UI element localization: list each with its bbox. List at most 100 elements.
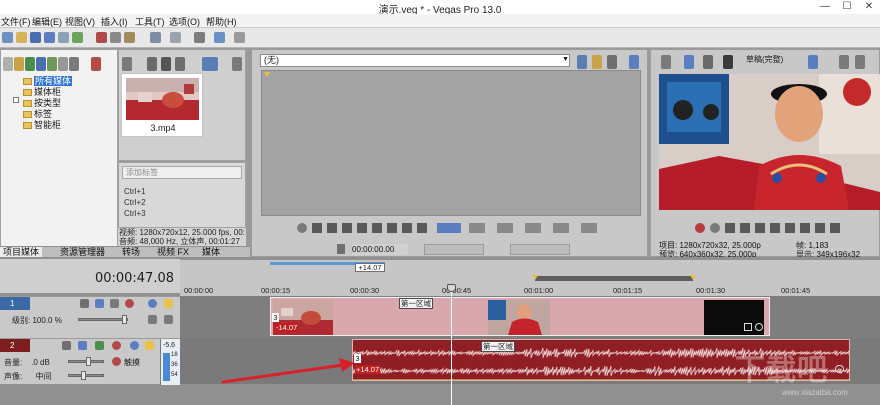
snap-icon[interactable] bbox=[214, 32, 225, 43]
composite-icon[interactable] bbox=[95, 299, 104, 308]
menu-view[interactable]: 视图(V) bbox=[65, 15, 95, 28]
expand-icon[interactable] bbox=[13, 97, 19, 103]
motion-icon[interactable] bbox=[80, 299, 89, 308]
overlays-icon[interactable] bbox=[808, 55, 818, 69]
overwrite-icon[interactable] bbox=[497, 223, 513, 233]
gear-icon[interactable] bbox=[112, 341, 121, 350]
automation-icon[interactable] bbox=[112, 357, 121, 366]
auto-preview-icon[interactable] bbox=[175, 57, 185, 71]
trimmer-options-icon[interactable] bbox=[607, 55, 617, 69]
region-bar[interactable] bbox=[532, 275, 696, 281]
arm-record-icon[interactable] bbox=[62, 341, 71, 350]
redo-icon[interactable] bbox=[170, 32, 181, 43]
menu-insert[interactable]: 插入(I) bbox=[101, 15, 128, 28]
tag-input[interactable]: 添加标签 bbox=[122, 166, 242, 179]
pan-knob[interactable] bbox=[81, 371, 86, 380]
render-icon[interactable] bbox=[58, 32, 69, 43]
close-button[interactable]: ✕ bbox=[858, 0, 880, 14]
undo-icon[interactable] bbox=[150, 32, 161, 43]
trimmer-canvas[interactable] bbox=[261, 70, 641, 216]
add-to-timeline-icon[interactable] bbox=[437, 223, 461, 233]
track-fx-icon[interactable] bbox=[95, 341, 104, 350]
go-start-icon[interactable] bbox=[785, 223, 795, 233]
event-fx-icon[interactable] bbox=[835, 365, 844, 373]
chevron-down-icon[interactable]: ▼ bbox=[562, 56, 569, 63]
go-end-icon[interactable] bbox=[387, 223, 397, 233]
remove-icon[interactable] bbox=[91, 57, 101, 71]
mark-out-icon[interactable] bbox=[581, 223, 597, 233]
play-from-start-icon[interactable] bbox=[312, 223, 322, 233]
prev-frame-icon[interactable] bbox=[402, 223, 412, 233]
tree-item-smart-bins[interactable]: 智能柜 bbox=[23, 118, 61, 131]
play-from-start-icon[interactable] bbox=[725, 223, 735, 233]
external-monitor-icon[interactable] bbox=[684, 55, 694, 69]
prev-frame-icon[interactable] bbox=[815, 223, 825, 233]
stop-icon[interactable] bbox=[357, 223, 367, 233]
go-end-icon[interactable] bbox=[800, 223, 810, 233]
paste-icon[interactable] bbox=[124, 32, 135, 43]
video-level-slider[interactable] bbox=[78, 318, 128, 321]
open-project-icon[interactable] bbox=[16, 32, 27, 43]
menu-edit[interactable]: 编辑(E) bbox=[32, 15, 62, 28]
mute-icon[interactable] bbox=[130, 341, 139, 350]
copy-snapshot-icon[interactable] bbox=[839, 55, 849, 69]
minimize-button[interactable]: — bbox=[814, 0, 836, 14]
fill-icon[interactable] bbox=[525, 223, 541, 233]
video-track-header[interactable]: 1 级别: 100.0 % bbox=[0, 296, 180, 338]
region-flag[interactable]: 第一区域 bbox=[399, 298, 433, 309]
insert-icon[interactable] bbox=[469, 223, 485, 233]
save-icon[interactable] bbox=[30, 32, 41, 43]
media-item-card[interactable]: 3.mp4 bbox=[121, 73, 203, 137]
burn-icon[interactable] bbox=[69, 57, 79, 71]
volume-knob[interactable] bbox=[86, 357, 91, 366]
duration-field[interactable] bbox=[510, 244, 570, 255]
in-point-field[interactable] bbox=[424, 244, 484, 255]
menu-options[interactable]: 选项(O) bbox=[169, 15, 200, 28]
loop-icon[interactable] bbox=[297, 223, 307, 233]
loop-icon[interactable] bbox=[710, 223, 720, 233]
cut-icon[interactable] bbox=[96, 32, 107, 43]
refresh-icon[interactable] bbox=[25, 57, 35, 71]
record-icon[interactable] bbox=[695, 223, 705, 233]
monitor-icon[interactable] bbox=[629, 55, 639, 69]
properties-icon[interactable] bbox=[72, 32, 83, 43]
preview-quality-select[interactable]: 草稿(完整) bbox=[746, 54, 816, 66]
mute-icon[interactable] bbox=[148, 299, 157, 308]
timeline-ruler[interactable]: 00:00:00 00:00:15 00:00:30 00:00:45 00:0… bbox=[180, 260, 880, 296]
automation-mode[interactable]: 触摸 bbox=[124, 357, 140, 368]
pause-icon[interactable] bbox=[342, 223, 352, 233]
mark-in-icon[interactable] bbox=[553, 223, 569, 233]
trimmer-media-select[interactable]: (无) bbox=[260, 54, 570, 67]
fx-icon[interactable] bbox=[703, 55, 713, 69]
playhead-handle[interactable] bbox=[447, 284, 456, 292]
copy-icon[interactable] bbox=[110, 32, 121, 43]
pause-icon[interactable] bbox=[755, 223, 765, 233]
get-media-icon[interactable] bbox=[36, 57, 46, 71]
gear-icon[interactable] bbox=[125, 299, 134, 308]
pan-slider[interactable] bbox=[68, 374, 104, 377]
region-start-marker-icon[interactable] bbox=[532, 275, 538, 280]
track-fx-icon[interactable] bbox=[110, 299, 119, 308]
stop-icon[interactable] bbox=[161, 57, 171, 71]
web-icon[interactable] bbox=[47, 57, 57, 71]
history-icon[interactable] bbox=[194, 32, 205, 43]
save-snapshot-icon[interactable] bbox=[855, 55, 865, 69]
stop-icon[interactable] bbox=[770, 223, 780, 233]
collapse-icon[interactable] bbox=[164, 315, 173, 324]
extract-icon[interactable] bbox=[58, 57, 68, 71]
play-icon[interactable] bbox=[327, 223, 337, 233]
expand-icon[interactable] bbox=[148, 315, 157, 324]
event-fx-icon[interactable] bbox=[744, 323, 752, 331]
video-level-knob[interactable] bbox=[122, 315, 127, 324]
menu-file[interactable]: 文件(F) bbox=[1, 15, 31, 28]
audio-track-header[interactable]: 2 音量: .0 dB 触摸 声像: 中间 -5.6 18 36 54 bbox=[0, 338, 180, 385]
menu-tools[interactable]: 工具(T) bbox=[135, 15, 165, 28]
capture-icon[interactable] bbox=[14, 57, 24, 71]
region-flag[interactable]: 第一区域 bbox=[481, 341, 515, 352]
go-start-icon[interactable] bbox=[372, 223, 382, 233]
playhead-cursor[interactable] bbox=[451, 284, 452, 405]
next-frame-icon[interactable] bbox=[830, 223, 840, 233]
auto-ripple-icon[interactable] bbox=[577, 55, 587, 69]
preview-properties-icon[interactable] bbox=[661, 55, 671, 69]
solo-icon[interactable] bbox=[145, 341, 154, 350]
